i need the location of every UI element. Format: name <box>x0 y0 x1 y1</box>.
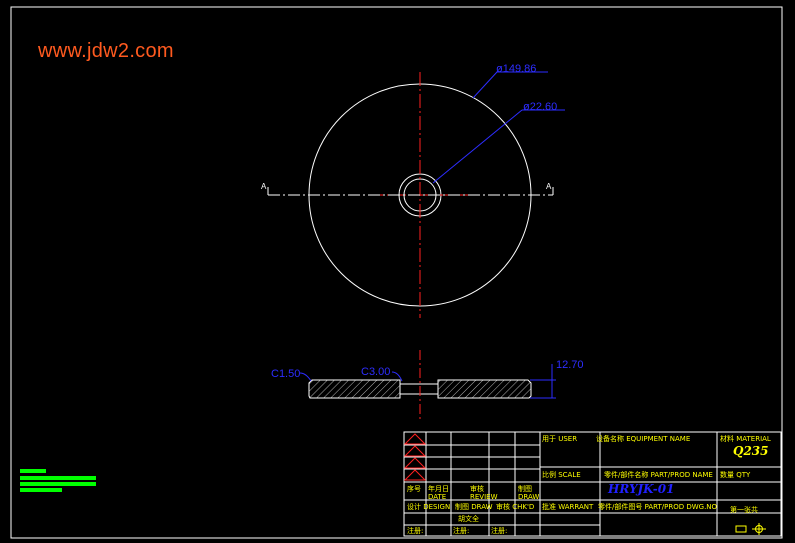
cad-drawing: A A ø149.86 ø22.60 12.70 C1.50 C3.00 <box>10 6 783 539</box>
section-label-left: A <box>261 182 267 191</box>
signature-name: 胡文全 <box>458 515 479 523</box>
top-view: A A ø149.86 ø22.60 <box>261 63 565 318</box>
legend-bar <box>20 476 96 480</box>
sheet-label: 第一张共 <box>730 506 758 514</box>
usage-label: 用于 USER <box>542 435 578 443</box>
legend-bar <box>20 488 62 492</box>
review-label: 审核 REVIEW <box>470 485 498 501</box>
watermark: www.jdw2.com <box>38 40 174 62</box>
leader-inner <box>432 109 523 184</box>
remark-3: 注册: <box>491 527 508 535</box>
material-label: 材料 MATERIAL <box>720 435 771 443</box>
dim-outer-diameter: ø149.86 <box>496 63 536 75</box>
drawn-label: 制图 DRAW <box>455 503 493 511</box>
qty-label: 数量 QTY <box>720 471 751 479</box>
drawing-no-label: 零件/部件图号 PART/PROD DWG.NO <box>598 503 718 511</box>
material-value: Q235 <box>733 444 769 458</box>
section-label-right: A <box>546 182 552 191</box>
remark-2: 注册: <box>453 527 470 535</box>
leader-chamfer-left <box>299 372 312 382</box>
approve-label: 批准 WARRANT <box>542 503 594 511</box>
dim-chamfer-left: C1.50 <box>271 368 300 380</box>
section-view: 12.70 C1.50 C3.00 <box>271 350 584 420</box>
remark-1: 注册: <box>407 527 424 535</box>
bore-gap <box>399 383 439 395</box>
dim-chamfer-right: C3.00 <box>361 366 390 378</box>
section-left-half <box>308 379 401 399</box>
leader-outer <box>472 71 498 99</box>
part-name-label: 零件/部件名称 PART/PROD NAME <box>604 471 713 479</box>
section-right-half <box>437 379 532 399</box>
sequence-label: 序号 <box>407 485 421 493</box>
legend-bar <box>20 482 96 486</box>
drawing-number: HRYJK-01 <box>608 482 675 496</box>
dim-thickness: 12.70 <box>556 359 584 371</box>
scale-label: 比例 SCALE <box>542 471 581 479</box>
date-label: 年月日 DATE <box>428 485 449 501</box>
equipment-label: 设备名称 EQUIPMENT NAME <box>596 435 691 443</box>
checked-label: 审核 CHK'D <box>496 503 535 511</box>
legend-bar <box>20 469 46 473</box>
design-label: 设计 DESIGN <box>407 503 451 511</box>
projection-symbol-icon <box>735 523 766 535</box>
dim-inner-diameter: ø22.60 <box>523 101 557 113</box>
draw-label: 制图 DRAW <box>518 485 540 501</box>
